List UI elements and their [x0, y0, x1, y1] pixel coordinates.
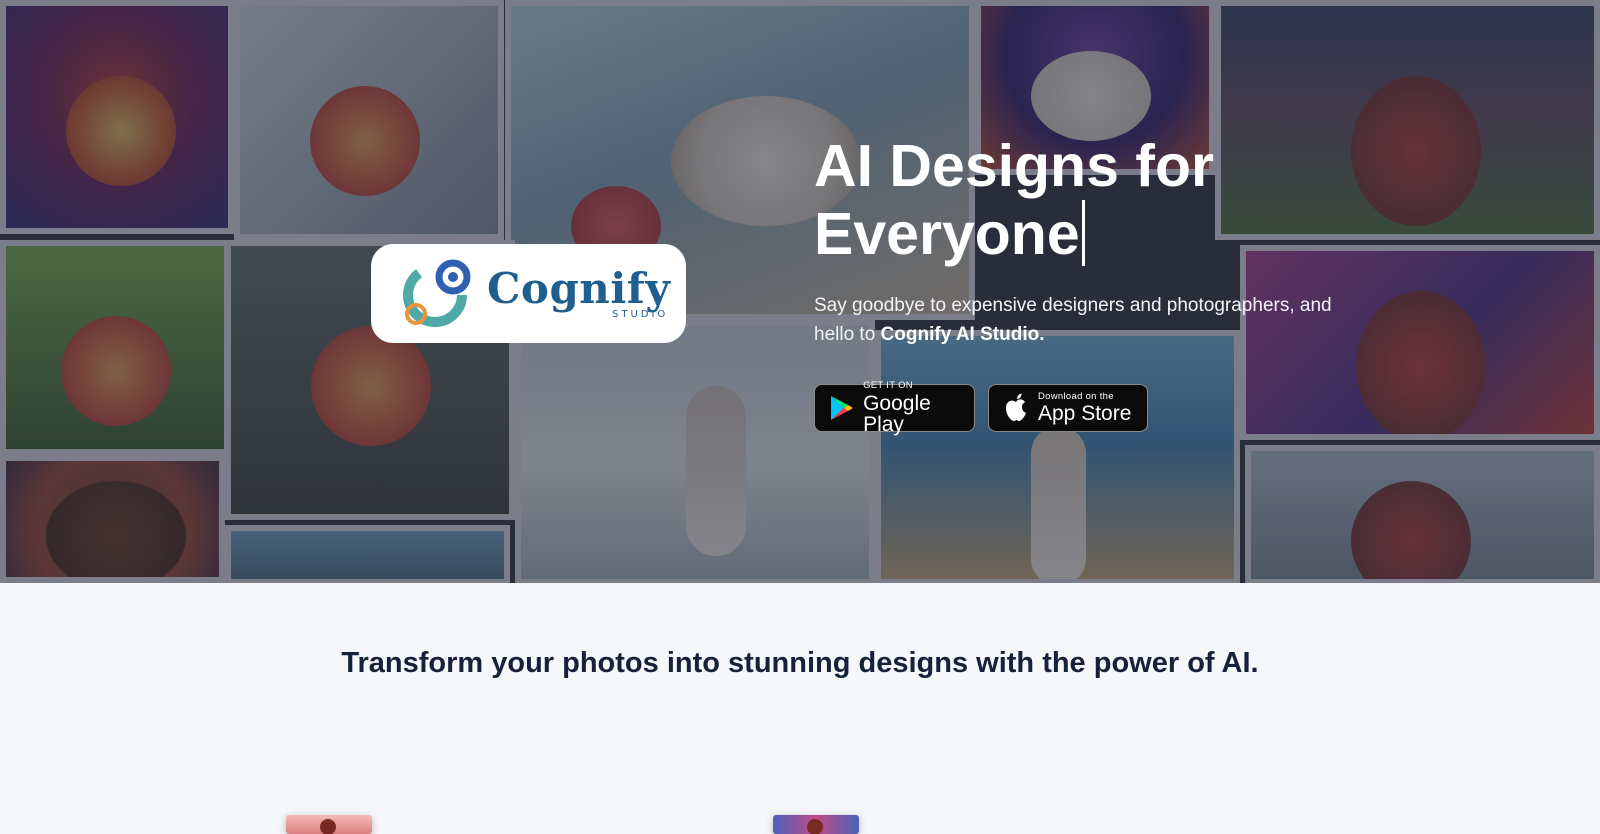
headline-line-2: Everyone [814, 201, 1080, 267]
subtext-brand: Cognify AI Studio. [880, 324, 1045, 345]
section-title: Transform your photos into stunning desi… [341, 647, 1259, 679]
hero-headline: AI Designs for Everyone [814, 132, 1334, 268]
headline-line-1: AI Designs for [814, 133, 1214, 199]
apple-icon [1001, 393, 1031, 423]
app-store-big-label: App Store [1038, 402, 1132, 426]
app-store-button[interactable]: Download on the App Store [988, 384, 1148, 432]
hero-dark-overlay [0, 0, 1600, 583]
hero-banner: Cognify STUDIO AI Designs for Everyone S… [0, 0, 1600, 583]
logo-subtitle: STUDIO [611, 309, 669, 320]
feature-preview-image[interactable] [286, 815, 372, 834]
google-play-big-label: Google Play [863, 391, 931, 436]
feature-preview-image[interactable] [773, 815, 859, 834]
google-play-icon [827, 393, 856, 423]
google-play-button[interactable]: GET IT ON Google Play [814, 380, 975, 436]
features-section: Transform your photos into stunning desi… [0, 583, 1600, 834]
cognify-swirl-logo-icon [403, 259, 471, 327]
hero-subtext: Say goodbye to expensive designers and p… [814, 291, 1334, 349]
google-play-small-label: GET IT ON [863, 380, 913, 392]
app-store-small-label: Download on the [1038, 390, 1114, 402]
typing-caret [1081, 200, 1085, 266]
brand-logo-card[interactable]: Cognify STUDIO [371, 244, 686, 343]
logo-wordmark: Cognify [487, 264, 671, 313]
